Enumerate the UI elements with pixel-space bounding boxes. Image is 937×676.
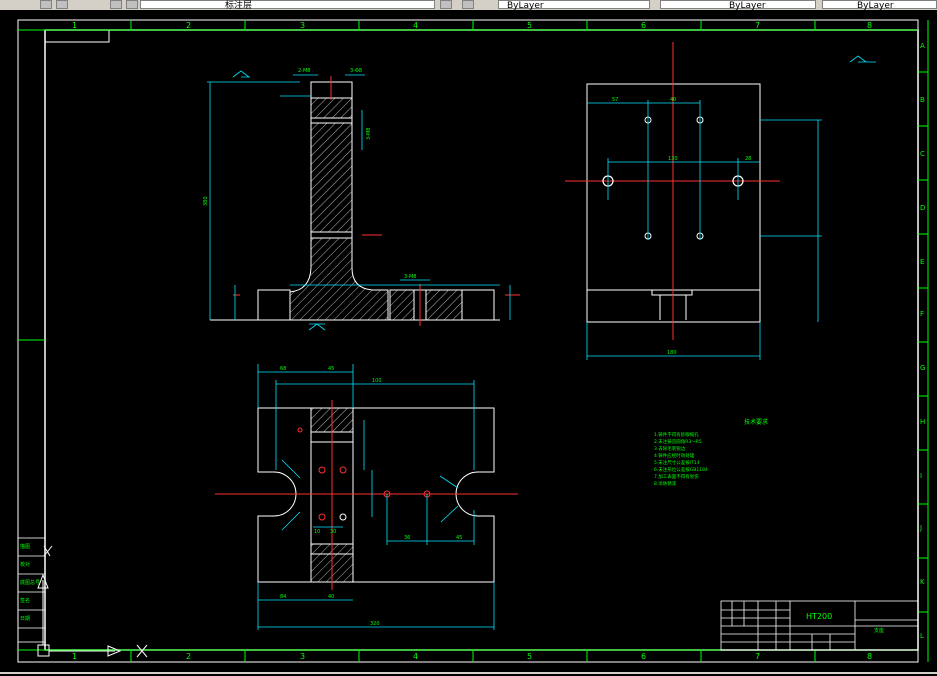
tech-note-5: 5.未注尺寸公差按IT14 <box>654 459 700 466</box>
make-current-icon[interactable] <box>440 0 452 9</box>
col-7-bottom: 7 <box>755 652 760 661</box>
save-icon[interactable] <box>40 0 52 9</box>
col-6-bottom: 6 <box>641 652 646 661</box>
dim-plan-30: 30 <box>330 529 336 535</box>
front-view <box>210 76 520 326</box>
corner-box <box>44 29 110 43</box>
plan-dim-text: 68 45 100 36 45 320 84 40 10 30 <box>280 366 462 627</box>
row-D: D <box>920 204 925 212</box>
col-2-bottom: 2 <box>186 652 191 661</box>
row-K: K <box>920 578 925 586</box>
print-icon[interactable] <box>56 0 68 9</box>
outer-frame <box>17 19 919 663</box>
tech-note-7: 7.加工表面不得有划伤 <box>654 473 699 480</box>
inner-frame <box>44 29 919 651</box>
layer-state-icon[interactable] <box>126 0 138 9</box>
row-letters: A B C D E F G H I J K L <box>919 42 925 640</box>
dim-plan-320: 320 <box>370 621 380 627</box>
ucs-icon <box>37 545 148 658</box>
layer-previous-icon[interactable] <box>462 0 474 9</box>
dim-front-height: 380 <box>203 196 209 206</box>
technical-notes: 技术要求 1.铸件不得有砂眼缩孔 2.未注铸造圆角R3～R5 3.去除毛刺锐边 … <box>654 418 768 487</box>
col-7-top: 7 <box>755 21 760 30</box>
dim-top-28: 28 <box>745 156 751 162</box>
left-label-5: 日期 <box>20 616 30 622</box>
dim-plan-36: 36 <box>404 535 410 541</box>
column-numbers-bottom: 1 2 3 4 5 6 7 8 <box>72 652 872 661</box>
color-dropdown[interactable]: ByLayer <box>498 0 650 10</box>
col-4-top: 4 <box>413 21 418 30</box>
col-5-top: 5 <box>527 21 532 30</box>
col-4-bottom: 4 <box>413 652 418 661</box>
left-label-1: 描图 <box>20 543 30 550</box>
top-dim-text: 57 40 130 28 180 <box>612 97 751 356</box>
row-F: F <box>920 310 924 318</box>
col-1-bottom: 1 <box>72 652 77 661</box>
dim-top-57: 57 <box>612 97 618 103</box>
drawing-svg: 1 2 3 4 5 6 7 8 1 2 3 4 5 6 7 8 A B C D … <box>17 19 929 663</box>
left-label-3: 底图总号 <box>20 579 40 586</box>
linetype-dropdown[interactable]: ByLayer <box>660 0 816 10</box>
row-E: E <box>920 258 924 266</box>
col-8-bottom: 8 <box>867 652 872 661</box>
left-sign-table <box>17 537 46 643</box>
row-B: B <box>920 96 925 104</box>
dim-plan-100: 100 <box>372 378 382 384</box>
dim-front-base: 3-M8 <box>404 274 416 280</box>
dim-plan-84: 84 <box>280 594 286 600</box>
row-C: C <box>920 150 925 158</box>
dim-plan-40: 40 <box>328 594 334 600</box>
col-3-bottom: 3 <box>300 652 305 661</box>
tech-title: 技术要求 <box>744 418 768 426</box>
dim-front-side: 3-M8 <box>366 128 372 140</box>
front-dim-text: 380 2-M8 3-Φ8 3-M8 3-M8 <box>203 68 416 280</box>
dim-top-130: 130 <box>668 156 678 162</box>
tech-note-4: 4.铸件应经时效处理 <box>654 452 695 459</box>
col-3-top: 3 <box>300 21 305 30</box>
lineweight-dropdown[interactable]: ByLayer <box>822 0 937 10</box>
dim-plan-45: 45 <box>328 366 334 372</box>
tech-note-6: 6.未注形位公差按GB1184 <box>654 466 708 473</box>
row-L: L <box>920 632 924 640</box>
dim-top-40: 40 <box>670 97 676 103</box>
row-G: G <box>920 364 925 372</box>
drawing-canvas[interactable]: 1 2 3 4 5 6 7 8 1 2 3 4 5 6 7 8 A B C D … <box>0 10 937 672</box>
col-6-top: 6 <box>641 21 646 30</box>
dim-front-top-left: 2-M8 <box>298 68 310 74</box>
col-8-top: 8 <box>867 21 872 30</box>
top-view <box>565 42 780 340</box>
col-1-top: 1 <box>72 21 77 30</box>
part-name: 支座 <box>874 627 884 634</box>
dim-plan-10: 10 <box>314 529 320 535</box>
tech-note-2: 2.未注铸造圆角R3～R5 <box>654 438 702 445</box>
tech-note-3: 3.去除毛刺锐边 <box>654 445 686 452</box>
plan-view <box>215 400 518 590</box>
row-I: I <box>920 472 922 480</box>
row-A: A <box>920 42 925 50</box>
plan-dims <box>257 364 495 630</box>
grid-ticks <box>18 20 929 662</box>
tech-note-1: 1.铸件不得有砂眼缩孔 <box>654 431 699 438</box>
left-label-2: 校对 <box>20 561 30 568</box>
title-block <box>720 600 919 651</box>
tech-note-8: 8.涂防锈漆 <box>654 480 677 487</box>
column-numbers-top: 1 2 3 4 5 6 7 8 <box>72 21 872 30</box>
dim-top-180: 180 <box>667 350 677 356</box>
layer-manager-icon[interactable] <box>110 0 122 9</box>
row-H: H <box>920 418 925 426</box>
col-2-top: 2 <box>186 21 191 30</box>
layer-dropdown[interactable]: 标注层 <box>140 0 435 10</box>
left-label-4: 签名 <box>20 597 30 604</box>
dim-plan-68: 68 <box>280 366 286 372</box>
row-J: J <box>919 524 922 532</box>
dim-front-top-right: 3-Φ8 <box>350 68 362 74</box>
col-5-bottom: 5 <box>527 652 532 661</box>
material-label: HT200 <box>806 612 832 621</box>
dim-plan-45b: 45 <box>456 535 462 541</box>
top-dims <box>586 55 876 360</box>
